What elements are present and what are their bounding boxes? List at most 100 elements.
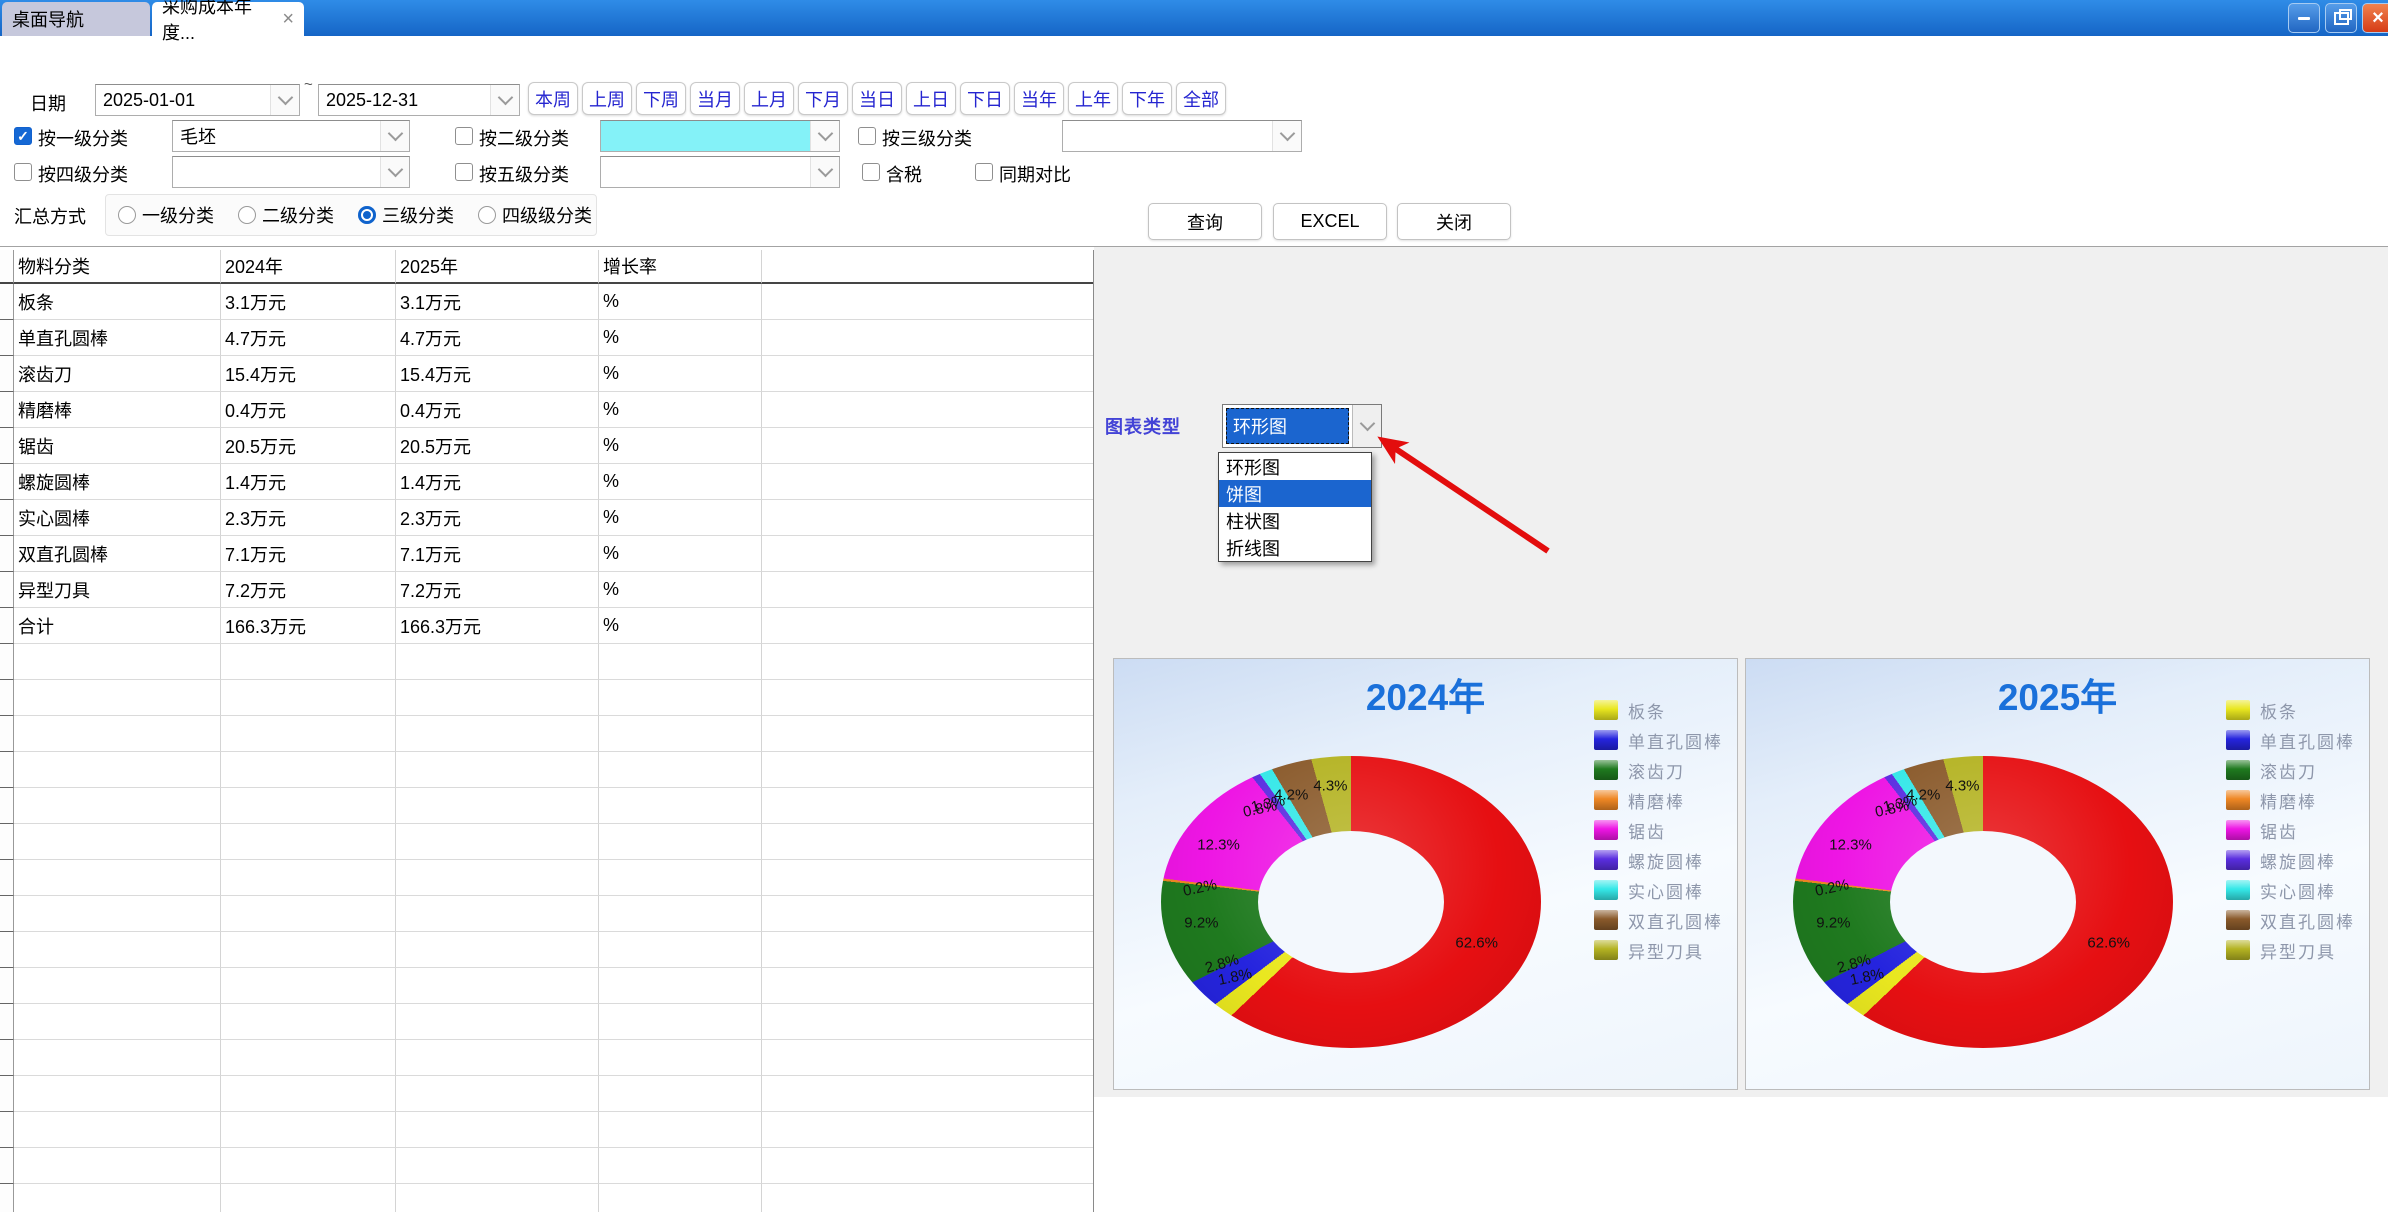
quick-range-button-12[interactable]: 下年 <box>1122 82 1172 115</box>
legend-swatch <box>1594 700 1618 720</box>
table-row[interactable]: 单直孔圆棒4.7万元4.7万元% <box>0 320 1093 356</box>
checkbox-category-level4[interactable] <box>14 163 32 181</box>
chart-type-option-2[interactable]: 饼图 <box>1219 480 1371 507</box>
quick-range-button-3[interactable]: 下周 <box>636 82 686 115</box>
table-cell <box>599 680 762 716</box>
legend-item: 螺旋圆棒 <box>2226 845 2355 875</box>
tab-close-icon[interactable]: × <box>282 9 294 29</box>
category-level5-combobox[interactable] <box>600 156 840 188</box>
combo-value: 毛坯 <box>173 121 380 151</box>
table-cell: % <box>599 284 762 320</box>
category-level2-combobox[interactable] <box>600 120 840 152</box>
table-row[interactable]: 合计166.3万元166.3万元% <box>0 608 1093 644</box>
table-cell <box>599 1076 762 1112</box>
summary-option-4[interactable]: 四级级分类 <box>478 202 592 228</box>
table-row[interactable]: 板条3.1万元3.1万元% <box>0 284 1093 320</box>
category-level4-combobox[interactable] <box>172 156 410 188</box>
query-button[interactable]: 查询 <box>1148 203 1262 240</box>
summary-option-3[interactable]: 三级分类 <box>358 202 454 228</box>
table-cell <box>14 788 221 824</box>
table-row[interactable]: 精磨棒0.4万元0.4万元% <box>0 392 1093 428</box>
quick-range-button-11[interactable]: 上年 <box>1068 82 1118 115</box>
chevron-down-icon[interactable] <box>270 85 299 115</box>
quick-range-button-4[interactable]: 当月 <box>690 82 740 115</box>
legend-item: 精磨棒 <box>1594 785 1723 815</box>
table-row[interactable]: 滚齿刀15.4万元15.4万元% <box>0 356 1093 392</box>
tab-purchase-cost-annual[interactable]: 采购成本年度... × <box>152 2 304 36</box>
chart-type-option-4[interactable]: 折线图 <box>1219 534 1371 561</box>
table-cell <box>599 716 762 752</box>
table-row[interactable]: 双直孔圆棒7.1万元7.1万元% <box>0 536 1093 572</box>
table-cell <box>14 716 221 752</box>
radio-icon[interactable] <box>478 206 496 224</box>
row-gutter <box>0 1076 14 1112</box>
table-cell: 板条 <box>14 284 221 320</box>
quick-range-button-13[interactable]: 全部 <box>1176 82 1226 115</box>
row-gutter <box>0 824 14 860</box>
chart-type-option-1[interactable]: 环形图 <box>1219 453 1371 480</box>
quick-range-button-2[interactable]: 上周 <box>582 82 632 115</box>
chevron-glyph <box>817 162 833 178</box>
table-cell: 精磨棒 <box>14 392 221 428</box>
quick-range-button-7[interactable]: 当日 <box>852 82 902 115</box>
table-row[interactable]: 实心圆棒2.3万元2.3万元% <box>0 500 1093 536</box>
radio-icon[interactable] <box>118 206 136 224</box>
date-to-combobox[interactable]: 2025-12-31 <box>318 84 520 116</box>
donut-slice-label: 4.2% <box>1274 786 1308 803</box>
date-from-value: 2025-01-01 <box>96 85 270 115</box>
category-level3-combobox[interactable] <box>1062 120 1302 152</box>
table-cell <box>599 896 762 932</box>
radio-icon[interactable] <box>358 206 376 224</box>
chevron-down-icon[interactable] <box>810 157 839 187</box>
table-cell-filler <box>762 644 1093 680</box>
table-cell <box>396 968 599 1004</box>
minimize-button[interactable] <box>2288 3 2320 33</box>
chart-type-option-3[interactable]: 柱状图 <box>1219 507 1371 534</box>
chart-panel-1: 2024年62.6%1.8%2.8%9.2%0.2%12.3%0.8%1.3%4… <box>1113 658 1738 1090</box>
checkbox-tax-included[interactable] <box>862 163 880 181</box>
quick-range-button-5[interactable]: 上月 <box>744 82 794 115</box>
summary-option-label: 三级分类 <box>382 202 454 228</box>
excel-button[interactable]: EXCEL <box>1273 203 1387 240</box>
row-gutter <box>0 788 14 824</box>
table-row[interactable]: 锯齿20.5万元20.5万元% <box>0 428 1093 464</box>
legend-swatch <box>1594 760 1618 780</box>
checkbox-category-level3[interactable] <box>858 127 876 145</box>
table-cell <box>396 788 599 824</box>
quick-range-button-1[interactable]: 本周 <box>528 82 578 115</box>
chevron-down-icon[interactable] <box>810 121 839 151</box>
legend-item: 锯齿 <box>2226 815 2355 845</box>
table-cell: 0.4万元 <box>221 392 396 428</box>
summary-option-2[interactable]: 二级分类 <box>238 202 334 228</box>
checkbox-same-period-compare[interactable] <box>975 163 993 181</box>
summary-option-1[interactable]: 一级分类 <box>118 202 214 228</box>
checkbox-category-level5[interactable] <box>455 163 473 181</box>
tax-included-label: 含税 <box>886 161 922 187</box>
close-page-button[interactable]: 关闭 <box>1397 203 1511 240</box>
quick-range-button-9[interactable]: 下日 <box>960 82 1010 115</box>
date-from-combobox[interactable]: 2025-01-01 <box>95 84 300 116</box>
legend-label: 精磨棒 <box>1628 788 1685 813</box>
quick-range-button-10[interactable]: 当年 <box>1014 82 1064 115</box>
table-cell: 实心圆棒 <box>14 500 221 536</box>
quick-range-button-6[interactable]: 下月 <box>798 82 848 115</box>
table-row[interactable]: 异型刀具7.2万元7.2万元% <box>0 572 1093 608</box>
close-button[interactable]: × <box>2362 3 2388 33</box>
chart-type-combobox[interactable]: 环形图 <box>1222 404 1382 448</box>
table-empty-row <box>0 1004 1093 1040</box>
legend-swatch <box>2226 790 2250 810</box>
category-level1-combobox[interactable]: 毛坯 <box>172 120 410 152</box>
radio-icon[interactable] <box>238 206 256 224</box>
restore-button[interactable] <box>2325 3 2357 33</box>
checkbox-category-level1[interactable] <box>14 127 32 145</box>
chevron-down-icon[interactable] <box>1272 121 1301 151</box>
chevron-down-icon[interactable] <box>490 85 519 115</box>
tab-desktop-navigation[interactable]: 桌面导航 <box>2 2 150 36</box>
quick-range-button-8[interactable]: 上日 <box>906 82 956 115</box>
table-row[interactable]: 螺旋圆棒1.4万元1.4万元% <box>0 464 1093 500</box>
chart-type-dropdown-arrow[interactable] <box>1352 405 1381 447</box>
checkbox-category-level2[interactable] <box>455 127 473 145</box>
chevron-down-icon[interactable] <box>380 157 409 187</box>
chevron-down-icon[interactable] <box>380 121 409 151</box>
table-cell: 166.3万元 <box>221 608 396 644</box>
